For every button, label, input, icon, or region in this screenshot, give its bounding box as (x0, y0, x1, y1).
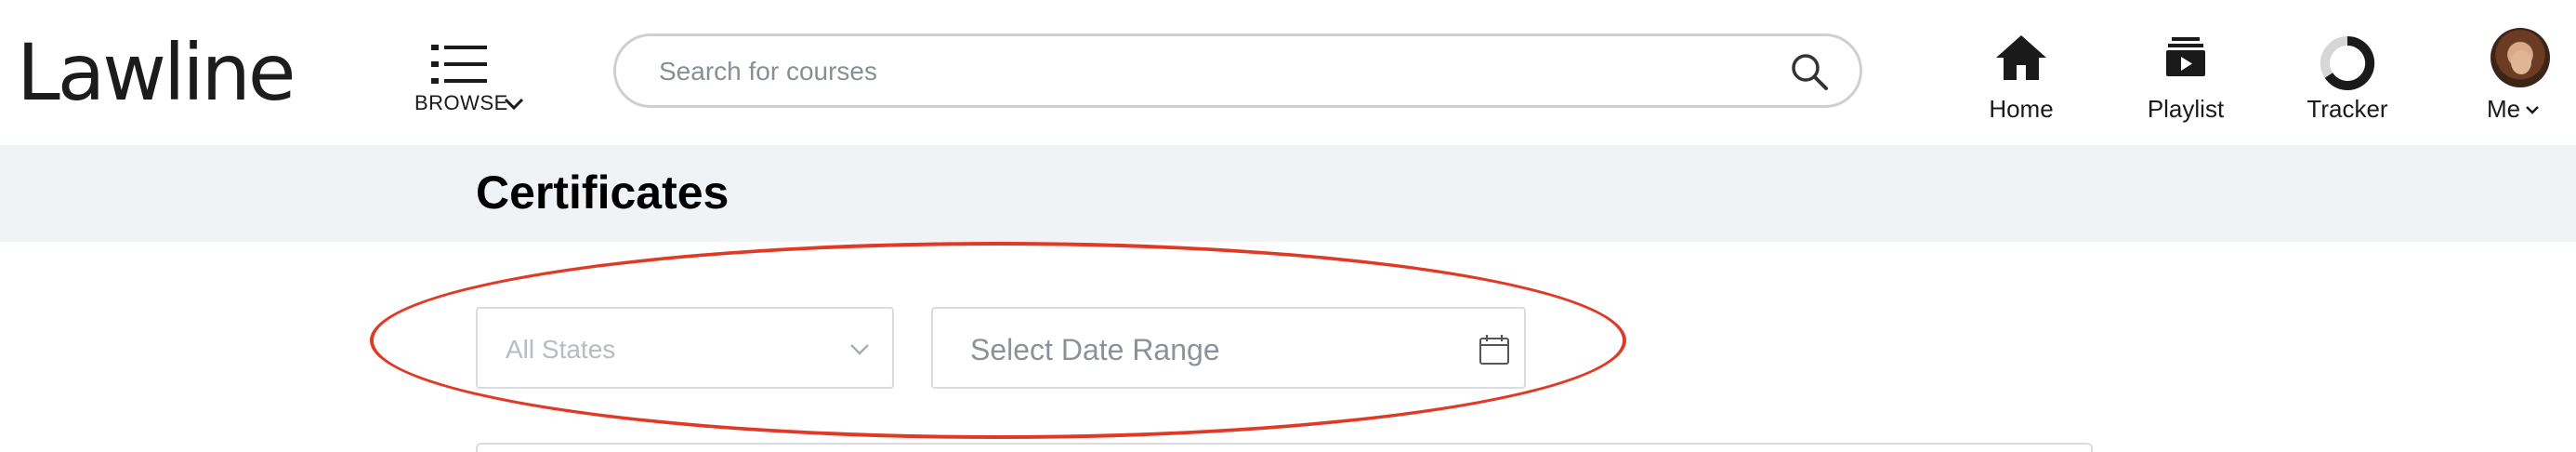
chevron-down-icon (2526, 105, 2540, 114)
tracker-icon (2320, 35, 2375, 90)
logo-text: Lawline (17, 27, 296, 118)
nav-tracker-label: Tracker (2307, 95, 2388, 123)
search-bar (613, 33, 1862, 108)
search-input[interactable] (659, 53, 1728, 90)
date-range-input[interactable] (970, 331, 1453, 368)
playlist-icon (2166, 37, 2205, 76)
search-icon[interactable] (1789, 51, 1830, 92)
nav-tracker[interactable]: Tracker (2278, 28, 2417, 130)
page-title-band: Certificates (0, 145, 2576, 242)
page-title: Certificates (476, 166, 729, 219)
nav-me-label: Me (2487, 95, 2521, 123)
nav-playlist-label: Playlist (2147, 95, 2225, 123)
chevron-down-icon (850, 344, 869, 355)
state-select[interactable]: All States (476, 307, 894, 389)
state-select-value: All States (506, 335, 616, 364)
nav-playlist[interactable]: Playlist (2116, 28, 2255, 130)
list-icon (431, 45, 487, 84)
home-icon (1996, 35, 2046, 80)
lawline-logo[interactable]: Lawline (17, 19, 296, 118)
nav-home[interactable]: Home (1952, 28, 2091, 130)
top-header: Lawline BROWSE Home (0, 0, 2576, 145)
certificates-card (476, 443, 2093, 452)
calendar-icon[interactable] (1478, 333, 1511, 366)
browse-menu-button[interactable]: BROWSE (409, 37, 539, 121)
chevron-down-icon (504, 98, 524, 111)
nav-me-menu[interactable]: Me (2450, 28, 2576, 130)
nav-home-label: Home (1989, 95, 2054, 123)
browse-label: BROWSE (414, 91, 508, 114)
avatar (2491, 28, 2550, 87)
date-range-picker[interactable] (931, 307, 1526, 389)
me-row: Me (2487, 95, 2541, 124)
